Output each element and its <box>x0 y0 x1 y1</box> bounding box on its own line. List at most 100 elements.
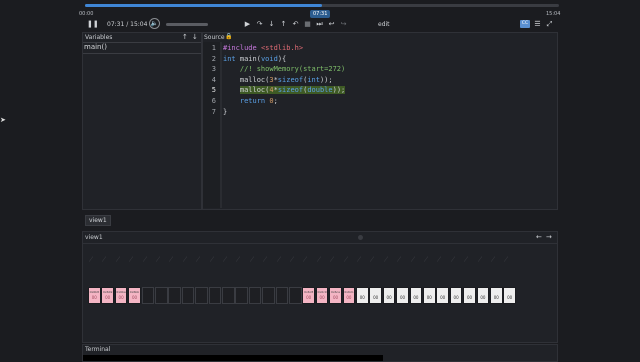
step-back-icon[interactable]: ↶ <box>291 20 300 28</box>
memory-cell[interactable]: 0x6ba 00 <box>114 287 128 304</box>
memory-address-label: ─── <box>436 255 444 263</box>
memory-cell[interactable]: 0x6c9 00 <box>315 287 329 304</box>
line-number: 5 <box>211 86 216 95</box>
source-title: Source <box>204 34 225 41</box>
line-number: 6 <box>211 96 216 105</box>
memory-address-label: ─── <box>288 255 296 263</box>
memory-cell[interactable]: 0x6cb 00 <box>342 287 356 304</box>
step-over-icon[interactable]: ↷ <box>255 20 264 28</box>
progress-fill <box>85 4 322 7</box>
fullscreen-icon[interactable]: ⤢ <box>545 20 554 28</box>
memory-address-label: ─── <box>221 255 229 263</box>
memory-cell-value: 00 <box>507 295 513 300</box>
terminal-output[interactable] <box>83 355 383 361</box>
code-line: return 0; <box>239 96 278 105</box>
tab-view1[interactable]: view1 <box>85 215 111 226</box>
drag-handle[interactable] <box>358 235 363 240</box>
menu-icon[interactable]: ☰ <box>533 20 542 28</box>
memory-cell-value: 00 <box>319 295 325 300</box>
memory-cell[interactable]: 0x6c8 00 <box>302 287 315 304</box>
memory-address-label: ─── <box>409 255 417 263</box>
memory-cell[interactable] <box>181 287 195 304</box>
code-editor[interactable]: #include <stdlib.h> int main(void){ //! s… <box>223 43 346 117</box>
memory-cell[interactable]: 00 <box>449 287 463 304</box>
arrow-down-icon[interactable]: ↓ <box>192 33 198 41</box>
memory-cell[interactable] <box>289 287 302 304</box>
continue-icon[interactable]: ⏭ <box>315 20 324 28</box>
memory-address-label: ─── <box>114 255 122 263</box>
memory-cell[interactable]: 00 <box>382 287 396 304</box>
memory-cell[interactable]: 00 <box>369 287 382 304</box>
memory-cell[interactable] <box>222 287 235 304</box>
memory-address-label: ─── <box>168 255 176 263</box>
memory-cell[interactable] <box>141 287 155 304</box>
volume-icon[interactable]: 🔈 <box>149 18 160 29</box>
memory-cell[interactable]: 00 <box>423 287 436 304</box>
run-icon[interactable]: ▶ <box>243 20 252 28</box>
memory-cell-address: 0x6ca <box>330 290 341 294</box>
memory-address-label: ─── <box>275 255 283 263</box>
variables-title: Variables <box>85 34 113 41</box>
memory-cell[interactable] <box>155 287 168 304</box>
step-out-icon[interactable]: ↑ <box>279 20 288 28</box>
memory-cell[interactable] <box>235 287 248 304</box>
arrow-right-icon[interactable]: → <box>546 233 552 241</box>
code-line: malloc(3*sizeof(int)); <box>223 75 333 84</box>
memory-cell[interactable]: 00 <box>490 287 503 304</box>
memory-address-label: ─── <box>181 255 189 263</box>
captions-button[interactable]: CC <box>520 20 530 28</box>
memory-cell-value: 00 <box>131 295 138 300</box>
memory-cell[interactable]: 00 <box>409 287 423 304</box>
memory-address-label: ─── <box>382 255 390 263</box>
time-bubble: 07:31 <box>310 10 331 18</box>
memory-cell-value: 00 <box>306 295 312 300</box>
arrow-up-icon[interactable]: ↑ <box>182 33 188 41</box>
memory-cell-value: 00 <box>493 295 499 300</box>
edit-button[interactable]: edit <box>378 21 390 28</box>
line-number: 3 <box>211 65 216 74</box>
memory-cell[interactable]: 00 <box>356 287 369 304</box>
memory-cell-value: 00 <box>332 295 339 300</box>
memory-cell[interactable] <box>168 287 181 304</box>
variable-item[interactable]: main() <box>84 43 107 51</box>
progress-track[interactable] <box>85 4 559 7</box>
memory-cell[interactable]: 00 <box>463 287 476 304</box>
memory-cell[interactable] <box>195 287 208 304</box>
memory-cell[interactable]: 0x6bb 00 <box>128 287 141 304</box>
memory-address-label: ─── <box>395 255 403 263</box>
memory-address-label: ─── <box>127 255 135 263</box>
memory-cell[interactable] <box>262 287 275 304</box>
redo-icon[interactable]: ↪ <box>339 20 348 28</box>
memory-cell[interactable] <box>248 287 262 304</box>
line-number: 7 <box>211 107 216 116</box>
pause-icon[interactable]: ❚❚ <box>87 20 99 28</box>
line-number: 2 <box>211 54 216 63</box>
memory-cell-value: 00 <box>91 295 97 300</box>
memory-cell[interactable]: 00 <box>396 287 409 304</box>
undo-icon[interactable]: ↩ <box>327 20 336 28</box>
arrow-left-icon[interactable]: ← <box>536 233 542 241</box>
memory-cell[interactable]: 00 <box>503 287 516 304</box>
stop-icon[interactable]: ■ <box>303 20 312 28</box>
volume-slider[interactable] <box>166 23 208 26</box>
step-into-icon[interactable]: ↓ <box>267 20 276 28</box>
memory-cell[interactable] <box>208 287 222 304</box>
code-line: } <box>223 107 228 116</box>
memory-address-label: ─── <box>489 255 497 263</box>
memory-cell[interactable]: 0x6ca 00 <box>329 287 342 304</box>
memory-address-label: ─── <box>302 255 310 263</box>
memory-cell-value: 00 <box>386 295 392 300</box>
memory-address-label: ─── <box>449 255 457 263</box>
time-start: 00:00 <box>79 11 94 17</box>
memory-cell[interactable]: 00 <box>436 287 449 304</box>
code-line: int main(void){ <box>223 54 287 63</box>
memory-cell[interactable]: 00 <box>476 287 490 304</box>
memory-address-label: ─── <box>369 255 377 263</box>
memory-address-label: ─── <box>154 255 162 263</box>
memory-cell-value: 00 <box>359 295 365 300</box>
memory-address-label: ─── <box>248 255 256 263</box>
memory-cell[interactable]: 0x6b8 00 <box>88 287 101 304</box>
memory-cell[interactable] <box>275 287 289 304</box>
memory-address-label: ─── <box>342 255 350 263</box>
memory-cell[interactable]: 0x6b9 00 <box>101 287 114 304</box>
